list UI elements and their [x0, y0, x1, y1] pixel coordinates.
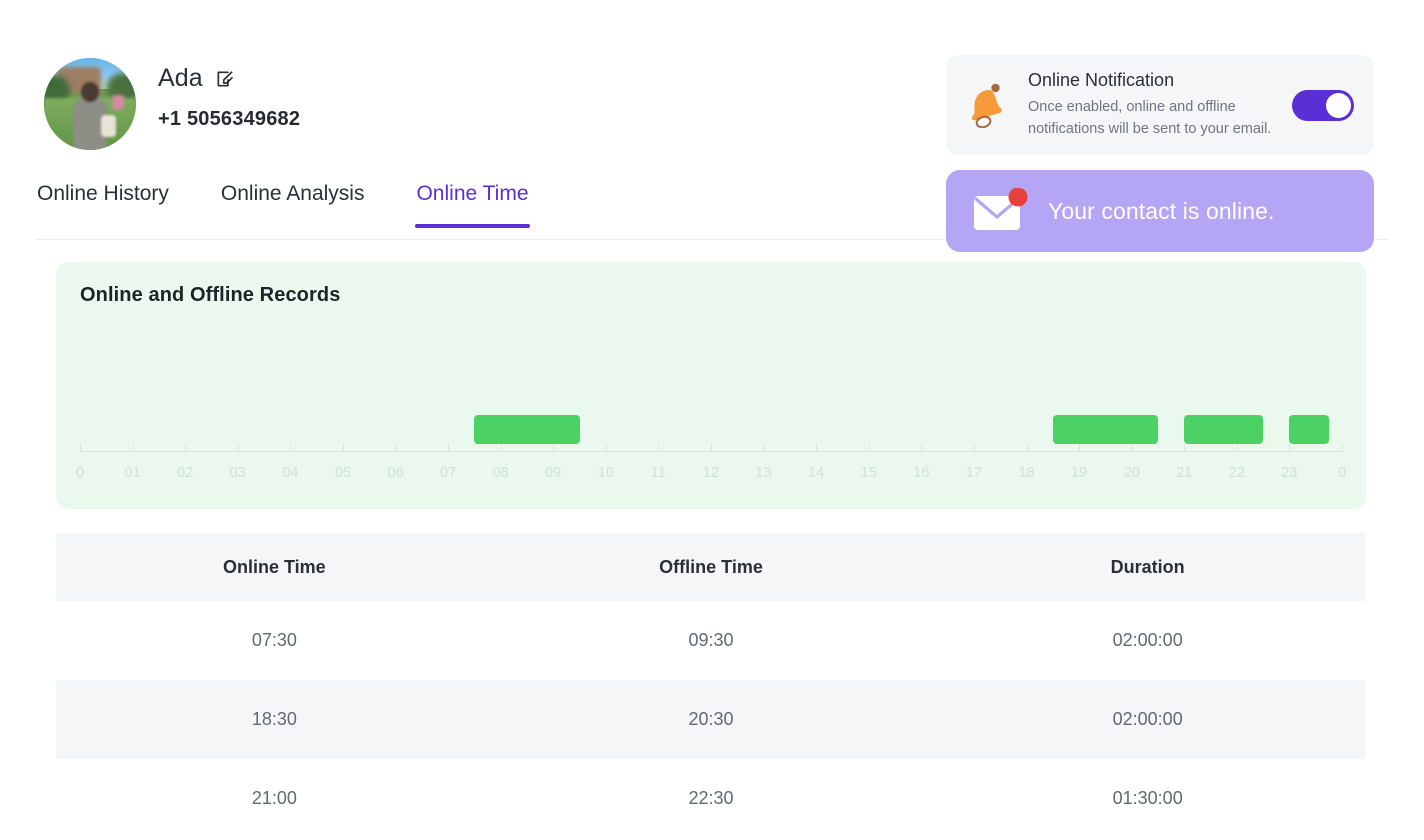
- cell-duration: 02:00:00: [1112, 709, 1183, 729]
- axis-tick: [1289, 444, 1291, 452]
- axis-tick-label: 20: [1123, 465, 1140, 481]
- axis-tick-label: 17: [965, 465, 982, 481]
- axis-tick-label: 06: [387, 465, 404, 481]
- axis-tick: [973, 444, 975, 452]
- timeline-bar[interactable]: [1289, 415, 1329, 444]
- axis-tick-label: 22: [1228, 465, 1245, 481]
- notification-description: Once enabled, online and offline notific…: [1028, 98, 1272, 137]
- axis-tick-label: 05: [334, 465, 351, 481]
- axis-tick-label: 23: [1281, 465, 1298, 481]
- axis-tick: [1236, 444, 1238, 452]
- edit-square-icon[interactable]: [215, 69, 235, 89]
- tab-online-analysis[interactable]: Online Analysis: [220, 182, 366, 228]
- axis-tick: [711, 444, 712, 452]
- notification-toggle[interactable]: [1292, 89, 1354, 121]
- axis-tick: [868, 444, 870, 452]
- profile-text: Ada +1 5056349682: [158, 58, 300, 131]
- axis-tick: [290, 444, 292, 452]
- axis-tick: [342, 444, 344, 452]
- toast-message: Your contact is online.: [1048, 197, 1275, 224]
- column-header-duration: Duration: [1110, 556, 1185, 577]
- profile-name: Ada: [158, 64, 203, 92]
- cell-duration: 01:30:00: [1112, 788, 1183, 808]
- name-row: Ada: [158, 64, 300, 93]
- axis-tick: [921, 444, 923, 452]
- axis-tick: [132, 444, 134, 452]
- cell-online-time: 18:30: [251, 709, 297, 729]
- avatar[interactable]: [44, 58, 136, 150]
- axis-tick: [1079, 444, 1081, 452]
- timeline-bar[interactable]: [1052, 415, 1158, 444]
- axis-tick-label: 13: [755, 465, 772, 481]
- column-header-offline-time: Offline Time: [659, 556, 763, 577]
- timeline-plot: 0 01 02 03 04 05 06 07 08 09 10 11 12 13 14 15 16 17 18 19 2…: [76, 322, 1346, 491]
- axis-tick: [1026, 444, 1028, 452]
- axis-tick: [395, 444, 397, 452]
- axis-tick: [658, 444, 660, 452]
- online-notification-card: Online Notification Once enabled, online…: [946, 55, 1374, 155]
- online-offline-records-card: Online and Offline Records 0 01 02 03 04 05 06…: [56, 262, 1366, 509]
- timeline-bar[interactable]: [474, 415, 580, 444]
- axis-tick-label: 19: [1071, 465, 1088, 481]
- table-row[interactable]: 07:30 09:30 02:00:00: [56, 601, 1366, 680]
- app-root: Ada +1 5056349682 Online Notification On…: [0, 0, 1424, 840]
- cell-online-time: 21:00: [251, 788, 297, 808]
- axis-tick-label: 14: [808, 465, 825, 481]
- axis-tick: [237, 444, 239, 452]
- toggle-knob: [1326, 92, 1351, 118]
- axis-tick-label: 15: [860, 465, 877, 481]
- avatar-handbag: [101, 115, 116, 138]
- axis-tick: [448, 444, 450, 452]
- axis-tick-label: 12: [702, 465, 720, 481]
- cell-online-time: 07:30: [251, 630, 297, 650]
- axis-tick: [1184, 444, 1186, 452]
- axis-tick-label: 09: [545, 465, 562, 481]
- axis-tick-label: 03: [229, 465, 246, 481]
- axis-tick-label: 0: [1337, 465, 1347, 481]
- axis-tick: [185, 444, 187, 452]
- tab-online-history[interactable]: Online History: [36, 182, 170, 228]
- bell-icon: [968, 82, 1010, 129]
- axis-tick-label: 11: [650, 465, 666, 481]
- envelope-icon: [972, 187, 1030, 234]
- profile-header: Ada +1 5056349682: [44, 58, 300, 150]
- tab-online-time[interactable]: Online Time: [415, 182, 530, 228]
- axis-tick: [763, 444, 765, 452]
- cell-offline-time: 22:30: [688, 788, 734, 808]
- chart-title: Online and Offline Records: [80, 284, 341, 306]
- table-row[interactable]: 18:30 20:30 02:00:00: [56, 680, 1366, 759]
- axis-tick-label: 07: [440, 465, 457, 481]
- online-toast[interactable]: Your contact is online.: [946, 170, 1374, 252]
- axis-tick: [1131, 444, 1133, 452]
- avatar-pink-bag: [112, 94, 125, 110]
- axis-tick-label: 21: [1176, 465, 1193, 481]
- notification-title: Online Notification: [1028, 69, 1175, 90]
- axis-tick: [1342, 444, 1343, 452]
- axis-tick: [816, 444, 818, 452]
- axis-tick-label: 02: [177, 465, 194, 481]
- records-table: Online Time Offline Time Duration 07:30 …: [56, 533, 1366, 838]
- profile-phone: +1 5056349682: [158, 108, 301, 130]
- cell-offline-time: 09:30: [688, 630, 734, 650]
- axis-tick-label: 01: [124, 465, 141, 481]
- notification-text-block: Online Notification Once enabled, online…: [1028, 70, 1274, 141]
- cell-duration: 02:00:00: [1112, 630, 1183, 650]
- axis-tick-label: 18: [1018, 465, 1035, 481]
- axis-tick-label: 0: [75, 465, 85, 481]
- table-row[interactable]: 21:00 22:30 01:30:00: [56, 759, 1366, 838]
- axis-tick-label: 10: [597, 465, 614, 481]
- axis-tick: [605, 444, 607, 452]
- unread-dot: [1008, 187, 1028, 207]
- timeline-bars: [80, 322, 1342, 444]
- axis-tick: [80, 444, 81, 452]
- axis-tick-label: 08: [492, 465, 509, 481]
- axis-tick: [553, 444, 555, 452]
- column-header-online-time: Online Time: [222, 556, 326, 577]
- axis-tick: [500, 444, 502, 452]
- timeline-bar[interactable]: [1184, 415, 1264, 444]
- cell-offline-time: 20:30: [688, 709, 734, 729]
- axis-tick-label: 04: [282, 465, 299, 481]
- axis-tick-label: 16: [913, 465, 930, 481]
- table-header-row: Online Time Offline Time Duration: [56, 533, 1366, 601]
